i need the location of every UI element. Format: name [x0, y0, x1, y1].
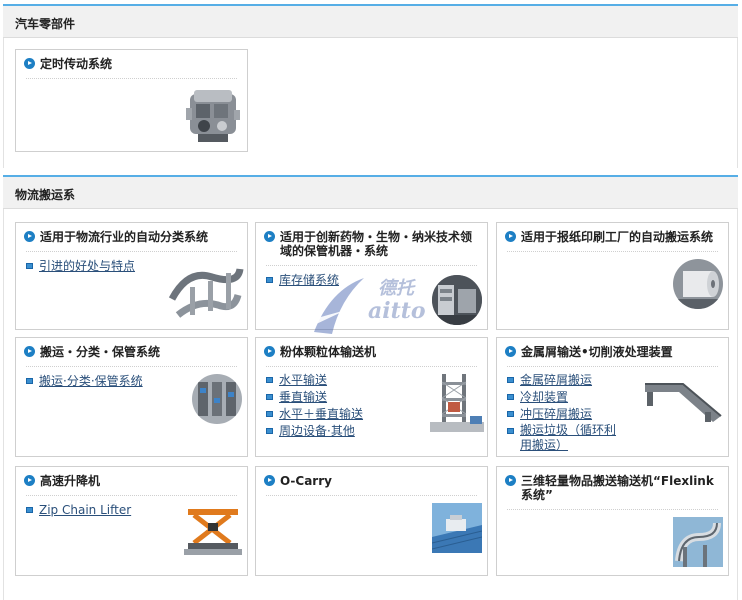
- card-title-link[interactable]: 三维轻量物品搬送输送机“Flexlink系统”: [505, 474, 720, 502]
- card-title-link[interactable]: 粉体颗粒体输送机: [264, 345, 479, 359]
- watermark-en: aitto: [368, 298, 426, 324]
- square-bullet-icon: [266, 277, 273, 283]
- link-list: Zip Chain Lifter: [26, 502, 131, 519]
- square-bullet-icon: [26, 378, 33, 384]
- link-list: 水平输送 垂直输送 水平＋垂直输送 周边设备·其他: [266, 372, 363, 440]
- link-list: 搬运·分类·保管系统: [26, 373, 143, 390]
- card-powder-conveyor: 粉体颗粒体输送机 水平输送 垂直输送 水平＋垂直输送 周边设备·其他: [255, 337, 488, 457]
- divider: [26, 366, 237, 367]
- square-bullet-icon: [507, 411, 514, 417]
- card-title-link[interactable]: 高速升降机: [24, 474, 239, 488]
- divider: [266, 265, 477, 266]
- chip-conveyor-thumbnail[interactable]: [643, 376, 725, 424]
- divider: [507, 509, 718, 510]
- lifter-thumbnail[interactable]: [182, 503, 244, 559]
- square-bullet-icon: [507, 428, 514, 434]
- arrow-bullet-icon: [505, 231, 516, 242]
- card-newspaper-system: 适用于报纸印刷工厂的自动搬运系统: [496, 222, 729, 330]
- square-bullet-icon: [266, 411, 273, 417]
- card-title-link[interactable]: 金属屑输送•切削液处理装置: [505, 345, 720, 359]
- card-sorting-system: 适用于物流行业的自动分类系统 引进的好处与特点: [15, 222, 248, 330]
- section-header-logistics: 物流搬运系: [3, 175, 738, 209]
- card-storage-system: 搬运・分类・保管系统 搬运·分类·保管系统: [15, 337, 248, 457]
- square-bullet-icon: [266, 428, 273, 434]
- square-bullet-icon: [26, 263, 33, 269]
- link-list: 金属碎屑搬运 冷却装置 冲压碎屑搬运 搬运垃圾（循环利用搬运）: [507, 372, 627, 454]
- swoosh-logo-icon: [310, 278, 364, 334]
- o-carry-thumbnail[interactable]: [432, 503, 482, 553]
- arrow-bullet-icon: [264, 231, 275, 242]
- link-item[interactable]: 水平＋垂直输送: [266, 406, 363, 423]
- section-title: 汽车零部件: [15, 17, 76, 31]
- card-o-carry: O-Carry: [255, 466, 488, 576]
- arrow-bullet-icon: [24, 475, 35, 486]
- card-metal-chip-conveyor: 金属屑输送•切削液处理装置 金属碎屑搬运 冷却装置 冲压碎屑搬运 搬运垃圾（循环…: [496, 337, 729, 457]
- link-item[interactable]: 引进的好处与特点: [26, 258, 135, 275]
- link-item[interactable]: 水平输送: [266, 372, 363, 389]
- card-title-link[interactable]: 适用于报纸印刷工厂的自动搬运系统: [505, 230, 720, 244]
- arrow-bullet-icon: [264, 346, 275, 357]
- arrow-bullet-icon: [24, 58, 35, 69]
- card-title-link[interactable]: O-Carry: [264, 474, 479, 488]
- link-item[interactable]: 金属碎屑搬运: [507, 372, 627, 389]
- divider: [266, 366, 477, 367]
- arrow-bullet-icon: [264, 475, 275, 486]
- arrow-bullet-icon: [505, 346, 516, 357]
- link-list: 引进的好处与特点: [26, 258, 135, 275]
- square-bullet-icon: [266, 377, 273, 383]
- card-high-speed-lifter: 高速升降机 Zip Chain Lifter: [15, 466, 248, 576]
- divider: [26, 78, 237, 79]
- card-title-link[interactable]: 适用于创新药物・生物・纳米技术领域的保管机器・系统: [264, 230, 483, 258]
- square-bullet-icon: [507, 377, 514, 383]
- link-item[interactable]: 冲压碎屑搬运: [507, 406, 627, 423]
- square-bullet-icon: [507, 394, 514, 400]
- link-item[interactable]: 垂直输送: [266, 389, 363, 406]
- divider: [266, 495, 477, 496]
- section-title: 物流搬运系: [15, 188, 76, 202]
- arrow-bullet-icon: [24, 346, 35, 357]
- section-header-auto-parts: 汽车零部件: [3, 4, 738, 38]
- divider: [507, 251, 718, 252]
- link-item[interactable]: 搬运垃圾（循环利用搬运）: [507, 423, 627, 453]
- card-title-link[interactable]: 适用于物流行业的自动分类系统: [24, 230, 239, 244]
- link-item[interactable]: 冷却装置: [507, 389, 627, 406]
- square-bullet-icon: [26, 507, 33, 513]
- square-bullet-icon: [266, 394, 273, 400]
- link-item[interactable]: 搬运·分类·保管系统: [26, 373, 143, 390]
- sorting-conveyor-thumbnail[interactable]: [168, 259, 244, 325]
- watermark-logo: 德托 aitto: [310, 270, 460, 340]
- engine-thumbnail[interactable]: [184, 84, 242, 146]
- link-item[interactable]: Zip Chain Lifter: [26, 502, 131, 519]
- arrow-bullet-icon: [505, 475, 516, 486]
- paper-roll-thumbnail[interactable]: [673, 259, 723, 309]
- flexlink-thumbnail[interactable]: [673, 517, 723, 567]
- warehouse-thumbnail[interactable]: [192, 374, 242, 424]
- card-flexlink-system: 三维轻量物品搬送输送机“Flexlink系统”: [496, 466, 729, 576]
- arrow-bullet-icon: [24, 231, 35, 242]
- card-title-link[interactable]: 搬运・分类・保管系统: [24, 345, 239, 359]
- card-title-link[interactable]: 定时传动系统: [24, 57, 239, 71]
- card-timing-system: 定时传动系统: [15, 49, 248, 152]
- divider: [26, 495, 237, 496]
- link-item[interactable]: 周边设备·其他: [266, 423, 363, 440]
- tower-conveyor-thumbnail[interactable]: [428, 372, 486, 434]
- divider: [507, 366, 718, 367]
- watermark-cn: 德托: [378, 278, 414, 299]
- divider: [26, 251, 237, 252]
